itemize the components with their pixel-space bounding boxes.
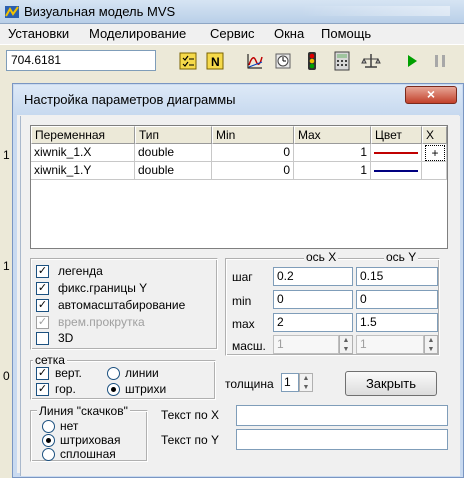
column-header-min[interactable]: Min bbox=[212, 126, 294, 144]
dialog-title: Настройка параметров диаграммы bbox=[24, 92, 236, 107]
app-logo-icon bbox=[4, 4, 20, 20]
axis-y-column-title: ось Y bbox=[384, 250, 419, 264]
table-cell-variable[interactable]: xiwnik_1.Y bbox=[31, 162, 135, 180]
3d-checkbox[interactable] bbox=[36, 332, 49, 345]
menu-modeling[interactable]: Моделирование bbox=[89, 26, 186, 41]
table-cell-color[interactable] bbox=[371, 144, 422, 162]
text-y-label: Текст по Y bbox=[161, 433, 220, 447]
table-cell-x[interactable] bbox=[422, 162, 447, 180]
autoscale-checkbox[interactable]: ✓ bbox=[36, 299, 49, 312]
legend-checkbox[interactable]: ✓ bbox=[36, 265, 49, 278]
min-y-input[interactable]: 0 bbox=[356, 290, 438, 309]
grid-dashes-label: штрихи bbox=[125, 382, 167, 396]
menu-settings[interactable]: Установки bbox=[8, 26, 69, 41]
clock-icon[interactable] bbox=[273, 51, 293, 71]
min-label: min bbox=[232, 294, 252, 308]
scale-x-spinner: ▲ ▼ bbox=[339, 335, 353, 354]
scale-y-spinner: ▲ ▼ bbox=[424, 335, 438, 354]
column-header-variable[interactable]: Переменная bbox=[31, 126, 135, 144]
pause-icon[interactable] bbox=[430, 51, 450, 71]
app-title: Визуальная модель MVS bbox=[24, 4, 176, 19]
table-cell-type[interactable]: double bbox=[135, 144, 212, 162]
titlebar-blur bbox=[300, 6, 450, 16]
n-icon[interactable]: N bbox=[205, 51, 225, 71]
fixed-y-checkbox[interactable]: ✓ bbox=[36, 282, 49, 295]
menu-windows[interactable]: Окна bbox=[274, 26, 304, 41]
table-cell-max[interactable]: 1 bbox=[294, 144, 371, 162]
add-series-button[interactable]: + bbox=[425, 145, 445, 161]
3d-label: 3D bbox=[58, 331, 74, 345]
series-color-swatch bbox=[374, 170, 418, 172]
series-color-swatch bbox=[374, 152, 418, 154]
jumps-solid-label: сплошная bbox=[60, 447, 116, 461]
legend-label: легенда bbox=[58, 264, 103, 278]
text-x-label: Текст по X bbox=[161, 408, 220, 422]
column-header-color[interactable]: Цвет bbox=[371, 126, 422, 144]
grid-dashes-radio[interactable] bbox=[107, 383, 120, 396]
dialog-close-button[interactable]: × bbox=[405, 86, 457, 104]
scale-y-input: 1 bbox=[356, 335, 424, 354]
play-icon[interactable] bbox=[402, 51, 422, 71]
traffic-light-icon[interactable] bbox=[302, 51, 322, 71]
menu-help[interactable]: Помощь bbox=[321, 26, 371, 41]
time-value-field[interactable]: 704.6181 bbox=[6, 50, 156, 71]
grid-lines-radio[interactable] bbox=[107, 367, 120, 380]
min-x-input[interactable]: 0 bbox=[273, 290, 353, 309]
step-label: шаг bbox=[232, 270, 253, 284]
step-y-input[interactable]: 0.15 bbox=[356, 267, 438, 286]
background-axis-label: 1 bbox=[3, 148, 10, 162]
grid-vertical-checkbox[interactable]: ✓ bbox=[36, 367, 49, 380]
scale-label: масш. bbox=[232, 339, 266, 353]
autoscale-label: автомасштабирование bbox=[58, 298, 186, 312]
column-header-max[interactable]: Max bbox=[294, 126, 371, 144]
table-cell-type[interactable]: double bbox=[135, 162, 212, 180]
calculator-icon[interactable] bbox=[332, 51, 352, 71]
scale-icon[interactable] bbox=[361, 51, 381, 71]
thickness-input[interactable]: 1 bbox=[281, 373, 299, 392]
table-cell-color[interactable] bbox=[371, 162, 422, 180]
close-button[interactable]: Закрыть bbox=[345, 371, 437, 396]
text-y-input[interactable] bbox=[236, 429, 448, 450]
axis-x-column-title: ось X bbox=[304, 250, 339, 264]
svg-text:N: N bbox=[211, 55, 220, 69]
background-window-edge bbox=[0, 78, 12, 478]
fixed-y-label: фикс.границы Y bbox=[58, 281, 148, 295]
background-axis-label: 0 bbox=[3, 369, 10, 383]
grid-vertical-label: верт. bbox=[55, 366, 82, 380]
max-y-input[interactable]: 1.5 bbox=[356, 313, 438, 332]
column-header-type[interactable]: Тип bbox=[135, 126, 212, 144]
thickness-label: толщина bbox=[225, 377, 274, 391]
table-cell-variable[interactable]: xiwnik_1.X bbox=[31, 144, 135, 162]
checklist-icon[interactable] bbox=[178, 51, 198, 71]
chart-icon[interactable] bbox=[245, 51, 265, 71]
jumps-solid-radio[interactable] bbox=[42, 448, 55, 461]
jumps-none-radio[interactable] bbox=[42, 420, 55, 433]
jumps-line-group-title: Линия "скачков" bbox=[37, 404, 130, 418]
jumps-dashed-label: штриховая bbox=[60, 433, 121, 447]
step-x-input[interactable]: 0.2 bbox=[273, 267, 353, 286]
scroll-time-checkbox: ✓ bbox=[36, 316, 49, 329]
grid-lines-label: линии bbox=[125, 366, 159, 380]
background-axis-label: 1 bbox=[3, 259, 10, 273]
thickness-spinner[interactable]: ▲ ▼ bbox=[299, 373, 313, 392]
table-cell-max[interactable]: 1 bbox=[294, 162, 371, 180]
table-cell-min[interactable]: 0 bbox=[212, 162, 294, 180]
column-header-x[interactable]: X bbox=[422, 126, 447, 144]
max-label: max bbox=[232, 317, 255, 331]
grid-horizontal-checkbox[interactable]: ✓ bbox=[36, 383, 49, 396]
menu-service[interactable]: Сервис bbox=[210, 26, 255, 41]
table-cell-min[interactable]: 0 bbox=[212, 144, 294, 162]
scroll-time-label: врем.прокрутка bbox=[58, 315, 145, 329]
jumps-dashed-radio[interactable] bbox=[42, 434, 55, 447]
grid-group-title: сетка bbox=[33, 353, 67, 367]
text-x-input[interactable] bbox=[236, 405, 448, 426]
jumps-none-label: нет bbox=[60, 419, 79, 433]
max-x-input[interactable]: 2 bbox=[273, 313, 353, 332]
scale-x-input: 1 bbox=[273, 335, 339, 354]
grid-horizontal-label: гор. bbox=[55, 382, 76, 396]
